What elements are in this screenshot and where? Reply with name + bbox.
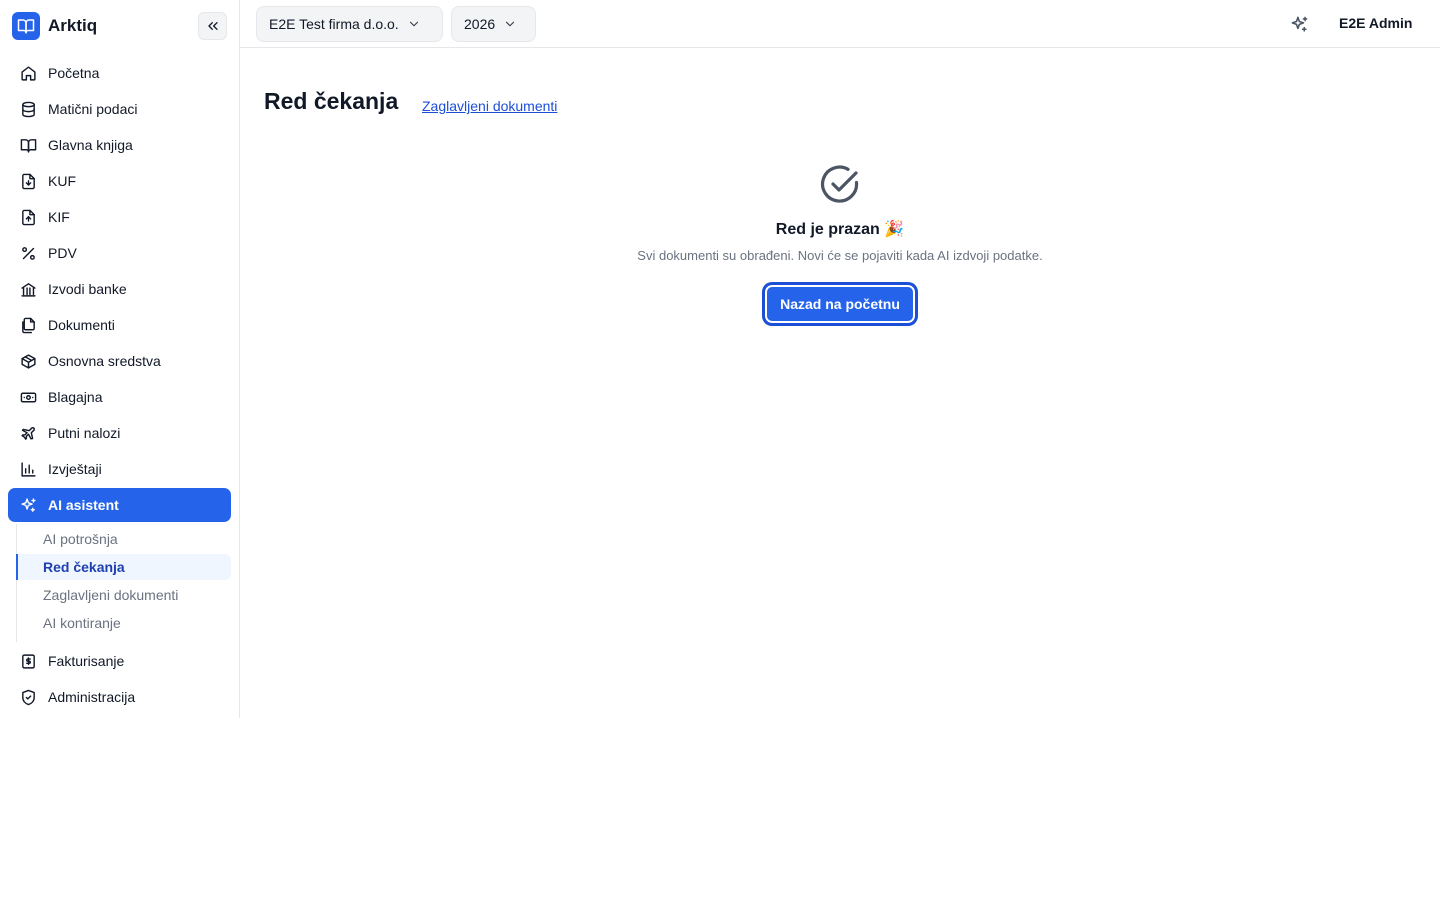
package-icon [19,352,37,370]
sidebar-item-izvjestaji[interactable]: Izvještaji [8,452,231,486]
chevrons-left-icon [207,21,218,30]
top-header: E2E Test firma d.o.o. 2026 E2E Admin [240,0,1440,48]
bank-icon [19,280,37,298]
cash-icon [19,388,37,406]
collapse-sidebar-button[interactable] [198,12,227,40]
subnav-item-zaglavljeni-dokumenti[interactable]: Zaglavljeni dokumenti [17,582,231,608]
shield-check-icon [19,688,37,706]
home-icon [19,64,37,82]
back-to-home-button[interactable]: Nazad na početnu [764,284,916,324]
app-name: Arktiq [48,16,98,35]
sidebar-item-label: Fakturisanje [48,653,125,669]
sidebar-item-kuf[interactable]: KUF [8,164,231,198]
empty-state-title: Red je prazan 🎉 [775,221,905,238]
file-upload-icon [19,208,37,226]
sidebar-item-label: PDV [48,245,77,261]
sidebar: Arktiq Početna Matični podaci Glavna knj… [0,0,240,718]
sidebar-item-maticni-podaci[interactable]: Matični podaci [8,92,231,126]
sidebar-item-label: Osnovna sredstva [48,353,161,369]
sidebar-item-kif[interactable]: KIF [8,200,231,234]
file-download-icon [19,172,37,190]
book-open-logo-icon [12,12,40,40]
chevron-down-icon [503,17,517,31]
check-circle-icon [820,165,860,205]
subnav-item-ai-potrosnja[interactable]: AI potrošnja [17,526,231,552]
sidebar-item-administracija[interactable]: Administracija [8,680,231,714]
stuck-documents-link[interactable]: Zaglavljeni dokumenti [422,98,557,114]
sidebar-item-label: Blagajna [48,389,103,405]
subnav-item-red-cekanja[interactable]: Red čekanja [16,554,231,580]
sidebar-item-label: Početna [48,65,100,81]
percent-icon [19,244,37,262]
sidebar-item-label: AI asistent [48,497,119,513]
sidebar-item-label: Izvještaji [48,461,102,477]
sidebar-item-label: KUF [48,173,76,189]
sidebar-item-osnovna-sredstva[interactable]: Osnovna sredstva [8,344,231,378]
plane-icon [19,424,37,442]
documents-icon [19,316,37,334]
sidebar-item-dokumenti[interactable]: Dokumenti [8,308,231,342]
bar-chart-icon [19,460,37,478]
empty-state-subtitle: Svi dokumenti su obrađeni. Novi će se po… [637,248,1043,263]
sidebar-item-label: Dokumenti [48,317,115,333]
sidebar-item-putni-nalozi[interactable]: Putni nalozi [8,416,231,450]
ai-sparkles-button[interactable] [1289,14,1309,34]
sidebar-nav: Početna Matični podaci Glavna knjiga KUF… [8,56,231,716]
sidebar-item-izvodi-banke[interactable]: Izvodi banke [8,272,231,306]
sidebar-item-label: Putni nalozi [48,425,121,441]
year-select[interactable]: 2026 [451,6,536,42]
sparkles-icon [19,496,37,514]
sidebar-item-ai-asistent[interactable]: AI asistent [8,488,231,522]
sidebar-item-label: Matični podaci [48,101,138,117]
company-select[interactable]: E2E Test firma d.o.o. [256,6,443,42]
sidebar-item-fakturisanje[interactable]: Fakturisanje [8,644,231,678]
sidebar-item-label: Administracija [48,689,136,705]
brand[interactable]: Arktiq [12,12,97,40]
company-select-value: E2E Test firma d.o.o. [269,16,399,32]
invoice-icon [19,652,37,670]
sidebar-item-label: Izvodi banke [48,281,127,297]
page-title: Red čekanja [264,88,399,114]
sidebar-item-label: Glavna knjiga [48,137,133,153]
subnav-item-ai-kontiranje[interactable]: AI kontiranje [17,610,231,636]
sidebar-item-blagajna[interactable]: Blagajna [8,380,231,414]
database-icon [19,100,37,118]
sparkles-icon [1291,16,1307,32]
year-select-value: 2026 [464,16,496,32]
book-icon [19,136,37,154]
chevron-down-icon [407,17,421,31]
user-menu[interactable]: E2E Admin [1339,15,1412,31]
sidebar-item-label: KIF [48,209,70,225]
sidebar-item-pdv[interactable]: PDV [8,236,231,270]
ai-subnav: AI potrošnja Red čekanja Zaglavljeni dok… [16,524,231,642]
sidebar-item-pocetna[interactable]: Početna [8,56,231,90]
sidebar-item-glavna-knjiga[interactable]: Glavna knjiga [8,128,231,162]
